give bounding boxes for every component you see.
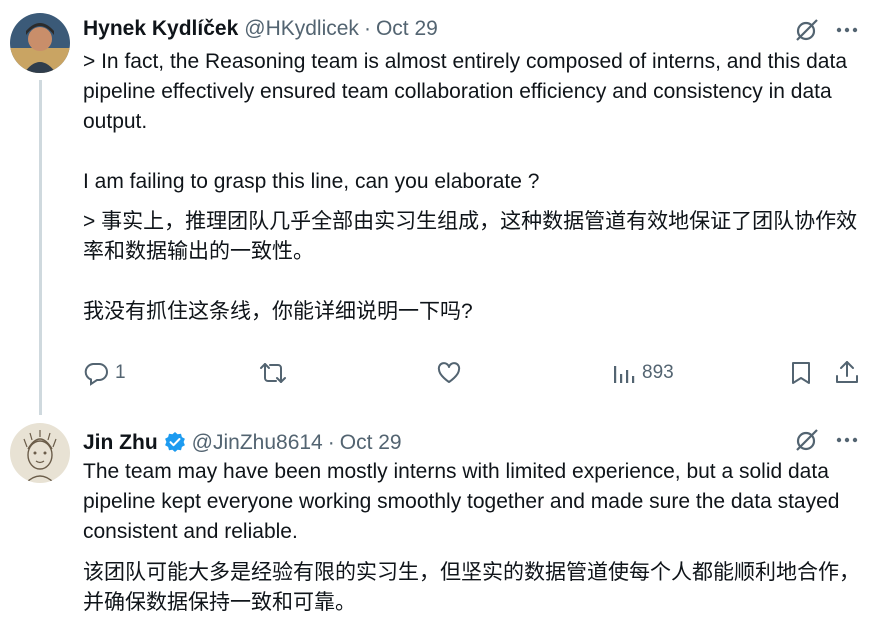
like-icon	[436, 361, 462, 385]
tweet-header: Hynek Kydlíček @HKydlicek · Oct 29	[83, 17, 438, 41]
tweet-jinzhu[interactable]: Jin Zhu @JinZhu8614 · Oct 29 The team ma…	[0, 415, 874, 635]
thread-connector-line	[39, 80, 42, 415]
more-icon[interactable]	[834, 427, 860, 453]
tweet-date[interactable]: Oct 29	[376, 17, 438, 41]
views-button[interactable]: 893	[612, 360, 674, 386]
avatar[interactable]	[10, 13, 70, 73]
tweet-text-zh-quote: > 事实上，推理团队几乎全部由实习生组成，这种数据管道有效地保证了团队协作效率和…	[83, 210, 858, 263]
reply-button[interactable]: 1	[83, 360, 126, 386]
views-count: 893	[642, 362, 674, 383]
author-name[interactable]: Jin Zhu	[83, 431, 158, 455]
tweet-text-zh: 该团队可能大多是经验有限的实习生，但坚实的数据管道使每个人都能顺利地合作，并确保…	[83, 561, 860, 614]
tweet-text-en-quote: > In fact, the Reasoning team is almost …	[83, 50, 847, 133]
tweet-text-en: The team may have been mostly interns wi…	[83, 460, 840, 543]
author-handle[interactable]: @HKydlicek	[244, 17, 359, 41]
grok-icon[interactable]	[794, 427, 820, 453]
separator: ·	[327, 431, 335, 454]
views-icon	[612, 360, 636, 386]
reply-count: 1	[115, 362, 126, 383]
tweet-body: > In fact, the Reasoning team is almost …	[83, 47, 863, 327]
grok-icon[interactable]	[794, 17, 820, 43]
author-handle[interactable]: @JinZhu8614	[192, 431, 323, 455]
retweet-button[interactable]	[259, 360, 287, 386]
tweet-text-en-question: I am failing to grasp this line, can you…	[83, 170, 540, 193]
author-name[interactable]: Hynek Kydlíček	[83, 17, 238, 41]
like-button[interactable]	[436, 361, 462, 385]
bookmark-icon	[789, 360, 813, 386]
separator: ·	[363, 17, 371, 40]
share-icon	[834, 359, 860, 385]
tweet-text-zh-question: 我没有抓住这条线，你能详细说明一下吗?	[83, 300, 473, 323]
more-icon[interactable]	[834, 17, 860, 43]
avatar[interactable]	[10, 423, 70, 483]
tweet-body: The team may have been mostly interns wi…	[83, 457, 863, 618]
tweet-header: Jin Zhu @JinZhu8614 · Oct 29	[83, 427, 402, 455]
bookmark-button[interactable]	[789, 360, 813, 386]
verified-badge-icon[interactable]	[164, 431, 186, 453]
retweet-icon	[259, 360, 287, 386]
reply-icon	[83, 360, 109, 386]
tweet-hynek[interactable]: Hynek Kydlíček @HKydlicek · Oct 29 > In …	[0, 0, 874, 415]
tweet-date[interactable]: Oct 29	[340, 431, 402, 455]
share-button[interactable]	[834, 359, 860, 385]
